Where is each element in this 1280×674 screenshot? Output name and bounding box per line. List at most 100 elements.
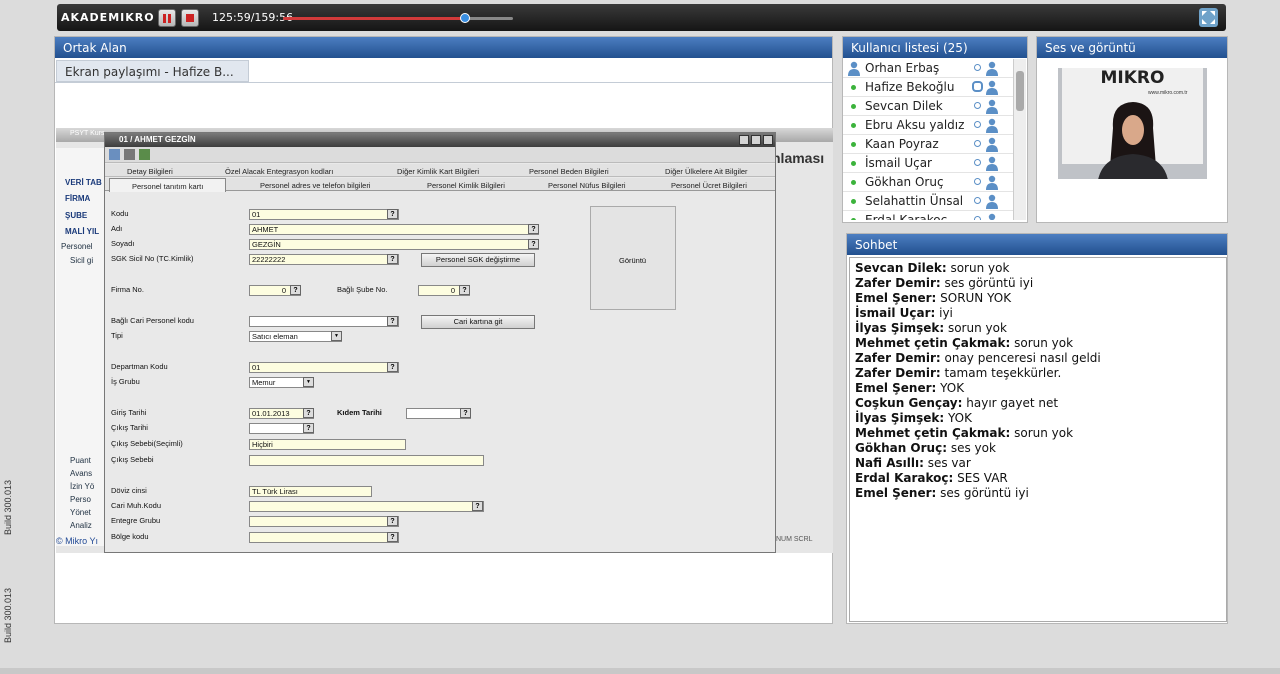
- tool-export-icon[interactable]: [139, 149, 150, 160]
- user-row[interactable]: İsmail Uçar: [843, 154, 1013, 173]
- tool-print-icon[interactable]: [124, 149, 135, 160]
- mic-status-icon[interactable]: [974, 140, 981, 147]
- sgk-degistir-button[interactable]: Personel SGK değiştirme: [421, 253, 535, 267]
- mic-status-icon[interactable]: [974, 216, 981, 220]
- field-cikis-sebebi[interactable]: [249, 455, 484, 466]
- user-icon[interactable]: [985, 61, 999, 76]
- tree-puant[interactable]: Puant: [70, 456, 91, 465]
- tree-yonet[interactable]: Yönet: [70, 508, 91, 517]
- lookup-soyadi-button[interactable]: ?: [528, 239, 539, 249]
- photo-box[interactable]: Görüntü: [590, 206, 676, 310]
- cari-git-button[interactable]: Cari kartına git: [421, 315, 535, 329]
- user-row[interactable]: Sevcan Dilek: [843, 97, 1013, 116]
- field-cari[interactable]: [249, 316, 399, 327]
- mic-status-icon[interactable]: [974, 159, 981, 166]
- user-name: Erdal Karakoç: [865, 213, 948, 220]
- user-row[interactable]: Selahattin Ünsal: [843, 192, 1013, 211]
- chat-message: İlyas Şimşek: YOK: [855, 411, 972, 425]
- maximize-button[interactable]: [751, 135, 761, 145]
- dropdown-is-grubu-icon[interactable]: ▼: [303, 377, 314, 387]
- nav-sube[interactable]: ŞUBE: [65, 211, 87, 220]
- field-cari-muh[interactable]: [249, 501, 484, 512]
- screen-share-tab[interactable]: Ekran paylaşımı - Hafize B...: [56, 60, 249, 82]
- tab-kimlik[interactable]: Personel Kimlik Bilgileri: [427, 181, 505, 190]
- nav-firma[interactable]: FİRMA: [65, 194, 90, 203]
- dropdown-tipi-icon[interactable]: ▼: [331, 331, 342, 341]
- lookup-sube-button[interactable]: ?: [459, 285, 470, 295]
- lookup-sgk-button[interactable]: ?: [387, 254, 398, 264]
- tab-ozel-alacak[interactable]: Özel Alacak Entegrasyon kodları: [225, 167, 333, 176]
- user-icon[interactable]: [985, 137, 999, 152]
- field-sgk[interactable]: 22222222: [249, 254, 399, 265]
- user-icon[interactable]: [985, 99, 999, 114]
- user-row[interactable]: Ebru Aksu yaldız: [843, 116, 1013, 135]
- user-icon[interactable]: [985, 175, 999, 190]
- seek-track[interactable]: [283, 13, 513, 23]
- user-icon[interactable]: [985, 194, 999, 209]
- tab-nufus[interactable]: Personel Nüfus Bilgileri: [548, 181, 626, 190]
- field-kodu[interactable]: 01: [249, 209, 399, 220]
- lookup-bolge-button[interactable]: ?: [387, 532, 398, 542]
- seek-knob[interactable]: [459, 13, 470, 23]
- tool-save-icon[interactable]: [109, 149, 120, 160]
- user-row[interactable]: Kaan Poyraz: [843, 135, 1013, 154]
- fullscreen-button[interactable]: [1199, 8, 1218, 27]
- tree-izin[interactable]: İzin Yö: [70, 482, 94, 491]
- webcam-icon[interactable]: [972, 81, 983, 92]
- mic-status-icon[interactable]: [974, 102, 981, 109]
- user-icon[interactable]: [985, 80, 999, 95]
- lookup-entegre-button[interactable]: ?: [387, 516, 398, 526]
- chat-user: Zafer Demir:: [855, 366, 941, 380]
- field-cikis-sebebi-secimli[interactable]: Hiçbiri: [249, 439, 406, 450]
- minimize-button[interactable]: [739, 135, 749, 145]
- date-cikis-button[interactable]: ?: [303, 423, 314, 433]
- tree-sicil[interactable]: Sicil gi: [70, 256, 93, 265]
- tree-personel[interactable]: Personel: [61, 242, 93, 251]
- select-tipi[interactable]: Satıcı eleman: [249, 331, 342, 342]
- tab-ucret[interactable]: Personel Ücret Bilgileri: [671, 181, 747, 190]
- nav-mali-yil[interactable]: MALİ YIL: [65, 227, 99, 236]
- mic-status-icon[interactable]: [974, 178, 981, 185]
- tree-avans[interactable]: Avans: [70, 469, 92, 478]
- stop-button[interactable]: [181, 9, 199, 27]
- field-bolge[interactable]: [249, 532, 399, 543]
- nav-veri-tab[interactable]: VERİ TAB: [65, 178, 102, 187]
- tab-diger-kimlik[interactable]: Diğer Kimlik Kart Bilgileri: [397, 167, 479, 176]
- lookup-departman-button[interactable]: ?: [387, 362, 398, 372]
- tree-perso[interactable]: Perso: [70, 495, 91, 504]
- scroll-thumb[interactable]: [1016, 71, 1024, 111]
- mikro-link[interactable]: © Mikro Yı: [56, 536, 98, 546]
- pause-button[interactable]: [158, 9, 176, 27]
- close-button[interactable]: [763, 135, 773, 145]
- chat-text: ses var: [923, 456, 971, 470]
- mic-status-icon[interactable]: [974, 64, 981, 71]
- tab-detay[interactable]: Detay Bilgileri: [127, 167, 173, 176]
- lookup-cari-muh-button[interactable]: ?: [472, 501, 483, 511]
- field-doviz[interactable]: TL Türk Lirası: [249, 486, 372, 497]
- user-icon[interactable]: [985, 156, 999, 171]
- lookup-kodu-button[interactable]: ?: [387, 209, 398, 219]
- tab-tanitim-active[interactable]: Personel tanıtım kartı: [109, 178, 226, 192]
- user-list-scrollbar[interactable]: [1013, 59, 1026, 220]
- mic-status-icon[interactable]: [974, 197, 981, 204]
- mic-status-icon[interactable]: [974, 121, 981, 128]
- lookup-firma-button[interactable]: ?: [290, 285, 301, 295]
- date-giris-button[interactable]: ?: [303, 408, 314, 418]
- user-row[interactable]: Hafize Bekoğlu: [843, 78, 1013, 97]
- field-departman[interactable]: 01: [249, 362, 399, 373]
- lookup-adi-button[interactable]: ?: [528, 224, 539, 234]
- tab-adres[interactable]: Personel adres ve telefon bilgileri: [260, 181, 370, 190]
- user-row[interactable]: Erdal Karakoç: [843, 211, 1013, 220]
- tab-beden[interactable]: Personel Beden Bilgileri: [529, 167, 609, 176]
- user-icon[interactable]: [985, 213, 999, 220]
- date-kidem-button[interactable]: ?: [460, 408, 471, 418]
- lookup-cari-button[interactable]: ?: [387, 316, 398, 326]
- user-row[interactable]: Orhan Erbaş: [843, 59, 1013, 78]
- user-row[interactable]: Gökhan Oruç: [843, 173, 1013, 192]
- field-soyadi[interactable]: GEZGİN: [249, 239, 539, 250]
- field-adi[interactable]: AHMET: [249, 224, 539, 235]
- tab-diger-ulke[interactable]: Diğer Ülkelere Ait Bilgiler: [665, 167, 748, 176]
- field-entegre[interactable]: [249, 516, 399, 527]
- tree-analiz[interactable]: Analiz: [70, 521, 92, 530]
- user-icon[interactable]: [985, 118, 999, 133]
